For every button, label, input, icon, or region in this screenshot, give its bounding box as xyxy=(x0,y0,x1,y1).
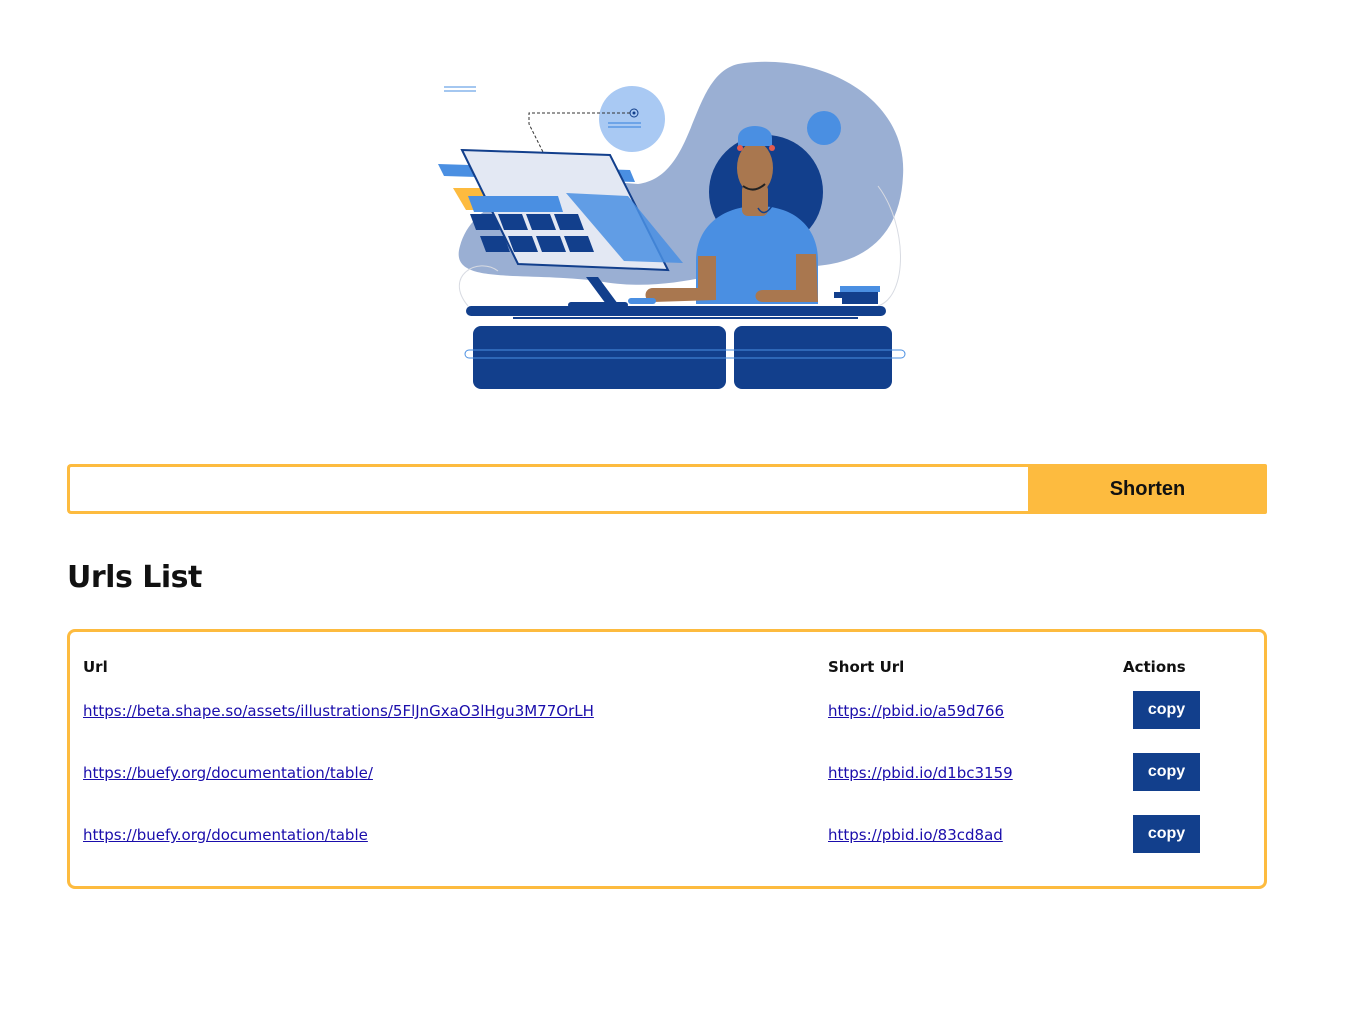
hero-illustration xyxy=(438,61,906,389)
original-url-link[interactable]: https://beta.shape.so/assets/illustratio… xyxy=(83,702,594,720)
original-url-link[interactable]: https://buefy.org/documentation/table xyxy=(83,826,368,844)
short-url-link[interactable]: https://pbid.io/a59d766 xyxy=(828,702,1004,720)
shorten-button[interactable]: Shorten xyxy=(1028,464,1267,514)
column-header-url: Url xyxy=(83,658,108,676)
copy-button[interactable]: copy xyxy=(1133,691,1200,729)
copy-button[interactable]: copy xyxy=(1133,815,1200,853)
short-url-link[interactable]: https://pbid.io/d1bc3159 xyxy=(828,764,1013,782)
url-input[interactable] xyxy=(67,464,1028,514)
column-header-short-url: Short Url xyxy=(828,658,905,676)
short-url-link[interactable]: https://pbid.io/83cd8ad xyxy=(828,826,1003,844)
shorten-form: Shorten xyxy=(67,464,1267,514)
original-url-link[interactable]: https://buefy.org/documentation/table/ xyxy=(83,764,373,782)
urls-table: Url Short Url Actions https://beta.shape… xyxy=(67,629,1267,889)
column-header-actions: Actions xyxy=(1123,658,1186,676)
urls-list-title: Urls List xyxy=(67,560,202,595)
copy-button[interactable]: copy xyxy=(1133,753,1200,791)
